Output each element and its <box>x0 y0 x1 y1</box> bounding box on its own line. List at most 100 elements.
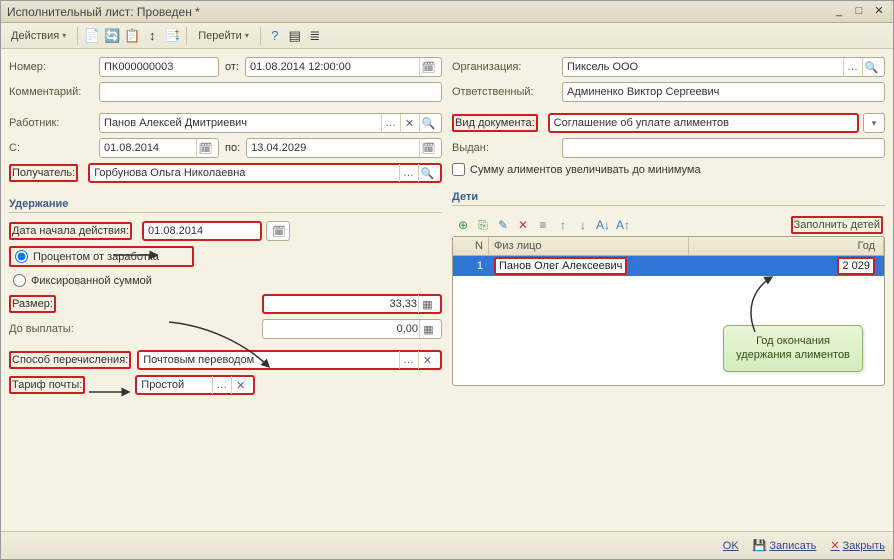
worker-field[interactable]: Панов Алексей Дмитриевич … ✕ 🔍 <box>99 113 442 133</box>
method-field[interactable]: Почтовым переводом … ✕ <box>137 350 442 370</box>
search-icon[interactable]: 🔍 <box>862 58 880 76</box>
col-fio[interactable]: Физ лицо <box>489 237 689 255</box>
start-date-field[interactable]: 01.08.2014 <box>142 221 262 241</box>
recipient-field[interactable]: Горбунова Ольга Николаевна … 🔍 <box>88 163 442 183</box>
ellipsis-icon[interactable]: … <box>212 376 230 394</box>
method-label: Способ перечисления: <box>12 354 128 366</box>
sort-az-icon[interactable]: A↓ <box>594 216 612 234</box>
calendar-icon[interactable]: 🗓 <box>419 58 437 76</box>
delete-icon[interactable]: ✕ <box>514 216 532 234</box>
actions-menu[interactable]: Действия ▾ <box>5 28 72 44</box>
issued-label: Выдан: <box>452 142 562 154</box>
size-field[interactable]: 33,33 ▦ <box>262 294 442 314</box>
percent-radio[interactable] <box>15 250 28 263</box>
report-icon[interactable]: 📋 <box>123 27 141 45</box>
col-n[interactable]: N <box>453 237 489 255</box>
up-icon[interactable]: ↑ <box>554 216 572 234</box>
ellipsis-icon[interactable]: … <box>843 58 861 76</box>
date-field[interactable]: 01.08.2014 12:00:00 🗓 <box>245 57 442 77</box>
search-icon[interactable]: 🔍 <box>419 114 437 132</box>
worker-label: Работник: <box>9 117 99 129</box>
search-icon[interactable]: 🔍 <box>418 164 436 182</box>
resp-label: Ответственный: <box>452 86 562 98</box>
number-field[interactable]: ПК000000003 <box>99 57 219 77</box>
comment-field[interactable] <box>99 82 442 102</box>
doctype-dropdown[interactable]: ▾ <box>863 113 885 133</box>
ellipsis-icon[interactable]: … <box>399 351 417 369</box>
right-column: Организация: Пиксель ООО … 🔍 Ответственн… <box>452 57 885 531</box>
arrow-icon <box>85 382 135 402</box>
minimum-checkbox[interactable] <box>452 163 465 176</box>
upto-label: До выплаты: <box>9 323 99 335</box>
copy-icon[interactable]: ⎘ <box>474 216 492 234</box>
help-icon[interactable]: ? <box>266 27 284 45</box>
percent-radio-label: Процентом от заработка <box>33 251 159 263</box>
goto-menu[interactable]: Перейти ▾ <box>192 28 255 44</box>
tariff-field[interactable]: Простой … ✕ <box>135 375 255 395</box>
left-column: Номер: ПК000000003 от: 01.08.2014 12:00:… <box>9 57 442 531</box>
row-fio: Панов Олег Алексеевич <box>499 260 622 272</box>
calc-icon[interactable]: ▦ <box>419 320 437 338</box>
arrows-icon[interactable]: ↕ <box>143 27 161 45</box>
start-label: Дата начала действия: <box>12 225 129 237</box>
calendar-icon[interactable]: 🗓 <box>419 139 437 157</box>
until-label: по: <box>225 142 240 154</box>
ellipsis-icon[interactable]: … <box>399 164 417 182</box>
close-link[interactable]: ✕Закрыть <box>830 539 885 552</box>
clear-icon[interactable]: ✕ <box>231 376 249 394</box>
size-label: Размер: <box>12 298 53 310</box>
doctype-label: Вид документа: <box>455 117 535 129</box>
issued-field[interactable] <box>562 138 885 158</box>
upto-field[interactable]: 0,00 ▦ <box>262 319 442 339</box>
minimize-button[interactable]: _ <box>831 5 847 19</box>
sort-za-icon[interactable]: A↑ <box>614 216 632 234</box>
maximize-button[interactable]: □ <box>851 5 867 19</box>
calendar-icon[interactable]: 🗓 <box>272 222 286 240</box>
resp-field[interactable]: Админенко Виктор Сергеевич <box>562 82 885 102</box>
chevron-down-icon: ▾ <box>245 31 249 40</box>
steps-icon[interactable]: ≣ <box>306 27 324 45</box>
recipient-label: Получатель: <box>12 167 75 179</box>
org-field[interactable]: Пиксель ООО … 🔍 <box>562 57 885 77</box>
callout-note: Год окончания удержания алиментов <box>723 325 863 372</box>
since-field[interactable]: 01.08.2014 🗓 <box>99 138 219 158</box>
minimum-label: Сумму алиментов увеличивать до минимума <box>470 164 701 176</box>
org-label: Организация: <box>452 61 562 73</box>
edit-icon[interactable]: ✎ <box>494 216 512 234</box>
titlebar: Исполнительный лист: Проведен * _ □ ✕ <box>1 1 893 23</box>
fixed-radio[interactable] <box>13 274 26 287</box>
row-year: 2 029 <box>842 260 870 272</box>
doctype-field[interactable]: Соглашение об уплате алиментов <box>548 113 859 133</box>
close-button[interactable]: ✕ <box>871 5 887 19</box>
ellipsis-icon[interactable]: … <box>381 114 399 132</box>
until-field[interactable]: 13.04.2029 🗓 <box>246 138 442 158</box>
kids-toolbar: ⊕ ⎘ ✎ ✕ ≡ ↑ ↓ A↓ A↑ Заполнить детей <box>452 214 885 236</box>
refresh-icon[interactable]: 🔄 <box>103 27 121 45</box>
copy-icon[interactable]: 📑 <box>163 27 181 45</box>
save-button[interactable]: 💾Записать <box>753 539 817 552</box>
fill-kids-button[interactable]: Заполнить детей <box>791 216 883 234</box>
fixed-radio-label: Фиксированной суммой <box>31 275 152 287</box>
actions-label: Действия <box>11 30 59 42</box>
from-label: от: <box>225 61 239 73</box>
ok-button[interactable]: OK <box>723 540 739 552</box>
calendar-icon[interactable]: 🗓 <box>196 139 214 157</box>
clear-icon[interactable]: ✕ <box>418 351 436 369</box>
post-icon[interactable]: 📄 <box>83 27 101 45</box>
chevron-down-icon: ▾ <box>872 118 877 129</box>
grid-header: N Физ лицо Год <box>453 237 884 256</box>
calc-icon[interactable]: ▦ <box>418 295 436 313</box>
clear-icon[interactable]: ✕ <box>400 114 418 132</box>
list-icon[interactable]: ▤ <box>286 27 304 45</box>
add-icon[interactable]: ⊕ <box>454 216 472 234</box>
calendar-button[interactable]: 🗓 <box>266 221 290 241</box>
tariff-label: Тариф почты: <box>12 379 82 391</box>
down-icon[interactable]: ↓ <box>574 216 592 234</box>
footer-bar: OK 💾Записать ✕Закрыть <box>1 531 893 559</box>
kids-section-header: Дети <box>452 187 885 206</box>
grid-row[interactable]: 1 Панов Олег Алексеевич 2 029 <box>453 256 884 276</box>
sort-icon[interactable]: ≡ <box>534 216 552 234</box>
goto-label: Перейти <box>198 30 242 42</box>
col-year[interactable]: Год <box>689 237 884 255</box>
main-toolbar: Действия ▾ 📄 🔄 📋 ↕ 📑 Перейти ▾ ? ▤ ≣ <box>1 23 893 49</box>
